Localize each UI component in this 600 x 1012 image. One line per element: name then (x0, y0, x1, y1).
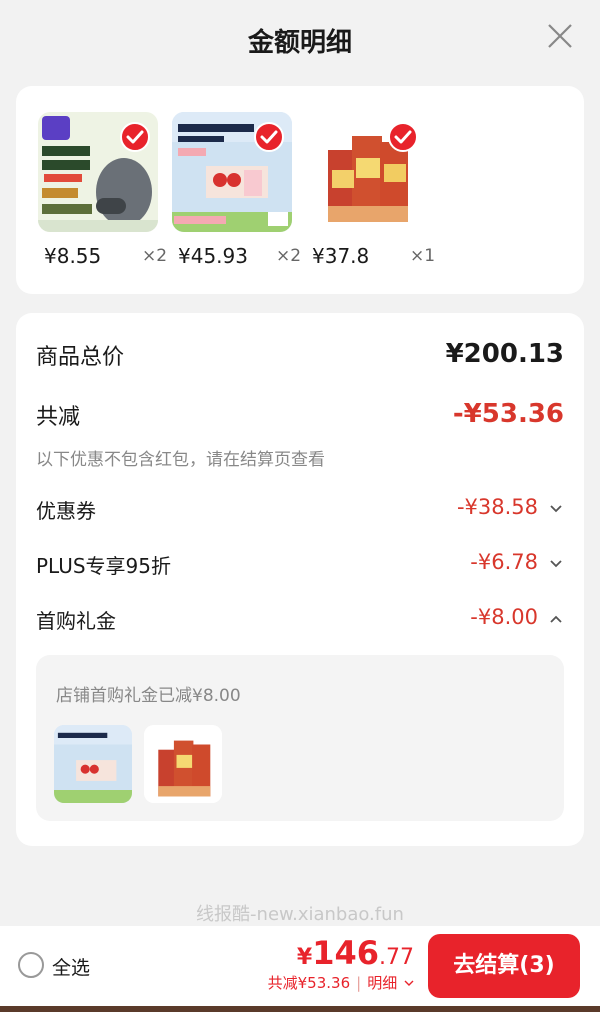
chevron-down-icon[interactable] (404, 978, 414, 988)
product-quantity: ×2 (276, 246, 302, 266)
watermark-text: 线报酷-new.xianbao.fun (196, 904, 404, 925)
gift-product-thumbnail[interactable] (144, 725, 222, 803)
product-item[interactable]: ¥8.55 ×2 (38, 112, 167, 268)
plus-discount-row[interactable]: PLUS专享95折 -¥6.78 (36, 550, 564, 580)
product-thumbnail[interactable] (172, 112, 292, 232)
product-thumbnail[interactable] (38, 112, 158, 232)
checkout-button[interactable]: 去结算(3) (428, 934, 580, 998)
product-price: ¥37.8 (312, 244, 370, 268)
plus-discount-label: PLUS专享95折 (36, 554, 171, 578)
price-detail-card: 商品总价 ¥200.13 共减 -¥53.36 以下优惠不包含红包，请在结算页查… (16, 313, 584, 846)
select-all-label: 全选 (52, 957, 91, 979)
product-quantity: ×2 (142, 246, 168, 266)
discount-label: 共减 (36, 405, 81, 430)
product-quantity: ×1 (410, 246, 436, 266)
divider: | (356, 974, 362, 992)
select-all-radio[interactable] (18, 952, 44, 978)
selected-check-icon[interactable] (120, 122, 150, 152)
selected-check-icon[interactable] (254, 122, 284, 152)
gift-caption: 店铺首购礼金已减¥8.00 (56, 686, 241, 706)
product-list-card: ¥8.55 ×2 ¥45.93 ×2 ¥37.8 ×1 (16, 86, 584, 294)
modal-header: 金额明细 (0, 0, 600, 84)
first-buy-gift-row[interactable]: 首购礼金 -¥8.00 (36, 605, 564, 635)
total-integer: 146 (312, 934, 379, 972)
coupon-label: 优惠券 (36, 499, 96, 523)
discount-value: -¥53.36 (452, 399, 564, 429)
modal-title: 金额明细 (247, 28, 352, 58)
total-price-row: 商品总价 ¥200.13 (36, 339, 564, 373)
product-item[interactable]: ¥45.93 ×2 (172, 112, 301, 268)
detail-link[interactable]: 明细 (367, 974, 397, 992)
selected-check-icon[interactable] (388, 122, 418, 152)
product-price: ¥8.55 (44, 244, 102, 268)
checkout-bar: 全选 ¥146.77 共减¥53.36 | 明细 去结算(3) (0, 926, 600, 1012)
gift-detail-box: 店铺首购礼金已减¥8.00 (36, 655, 564, 821)
saved-amount: 共减¥53.36 (267, 974, 351, 992)
total-amount: ¥146.77 (297, 934, 414, 972)
coupon-row[interactable]: 优惠券 -¥38.58 (36, 495, 564, 525)
product-thumbnail[interactable] (306, 112, 426, 232)
total-decimal: .77 (379, 945, 414, 970)
total-price-value: ¥200.13 (445, 339, 564, 369)
chevron-down-icon[interactable] (548, 556, 564, 572)
chevron-up-icon[interactable] (548, 611, 564, 627)
savings-summary[interactable]: 共减¥53.36 | 明细 (268, 972, 414, 993)
first-buy-gift-label: 首购礼金 (36, 609, 116, 633)
chevron-down-icon[interactable] (548, 501, 564, 517)
currency-symbol: ¥ (296, 945, 313, 970)
total-price-label: 商品总价 (36, 345, 125, 370)
bottom-strip (0, 1006, 600, 1012)
discount-note-row: 以下优惠不包含红包，请在结算页查看 (36, 445, 564, 470)
close-icon[interactable] (546, 22, 574, 50)
gift-product-thumbnail[interactable] (54, 725, 132, 803)
product-price: ¥45.93 (178, 244, 248, 268)
discount-row: 共减 -¥53.36 (36, 399, 564, 433)
discount-note: 以下优惠不包含红包，请在结算页查看 (36, 450, 325, 470)
product-item[interactable]: ¥37.8 ×1 (306, 112, 435, 268)
